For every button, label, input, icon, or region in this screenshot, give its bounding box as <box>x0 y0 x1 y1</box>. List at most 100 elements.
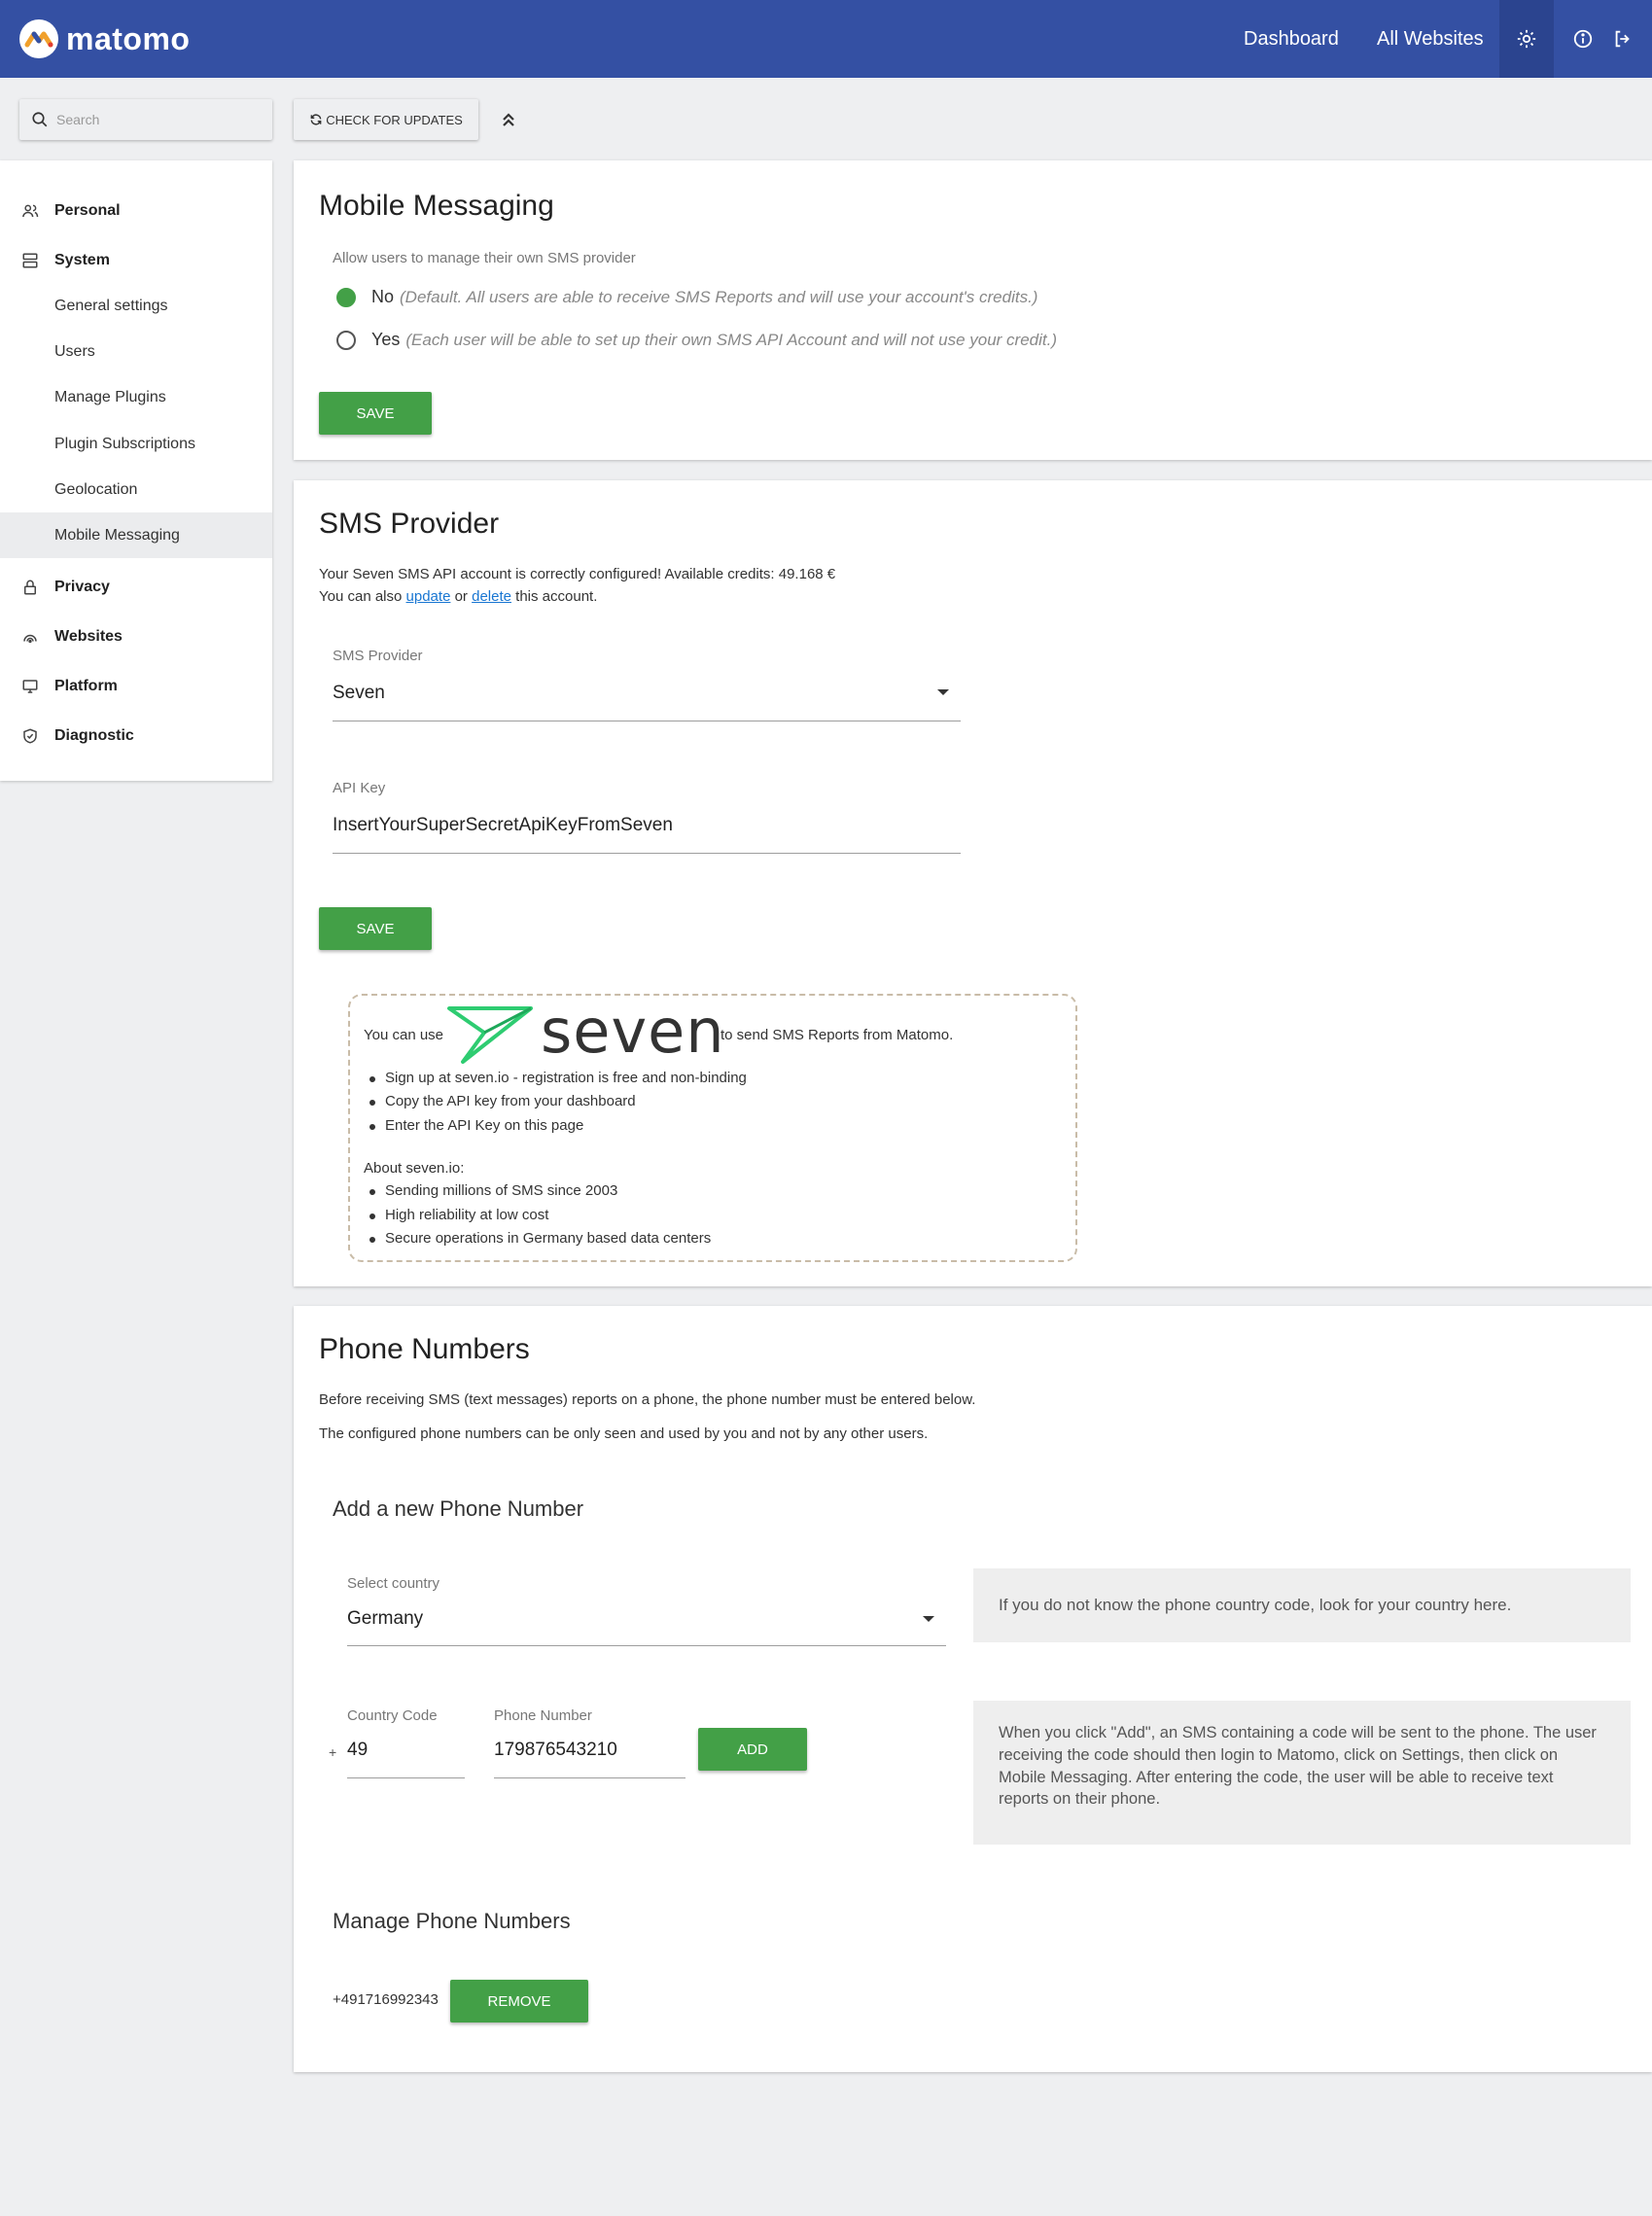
radio-option-no[interactable]: No (Default. All users are able to recei… <box>336 287 1037 307</box>
country-help-box: If you do not know the phone country cod… <box>973 1568 1631 1642</box>
save-provider-button[interactable]: SAVE <box>319 907 432 950</box>
radio-yes[interactable] <box>336 330 356 350</box>
about-item: Secure operations in Germany based data … <box>369 1230 712 1247</box>
update-account-link[interactable]: update <box>406 588 451 605</box>
phone-number-input[interactable]: 179876543210 <box>494 1740 617 1761</box>
users-icon <box>22 204 39 218</box>
phone-intro-1: Before receiving SMS (text messages) rep… <box>319 1391 976 1408</box>
add-phone-button[interactable]: ADD <box>698 1728 807 1771</box>
monitor-icon <box>22 680 38 693</box>
api-key-underline <box>333 853 961 854</box>
menu-plugin-subscriptions[interactable]: Plugin Subscriptions <box>0 421 272 467</box>
seven-logo[interactable]: seven <box>447 996 724 1067</box>
code-prefix: + <box>329 1744 337 1760</box>
menu-system-label: System <box>54 252 110 268</box>
promo-step: Sign up at seven.io - registration is fr… <box>369 1070 747 1086</box>
add-help-text: When you click "Add", an SMS containing … <box>999 1724 1597 1809</box>
check-for-updates-button[interactable]: CHECK FOR UPDATES <box>294 99 478 140</box>
radio-option-yes[interactable]: Yes (Each user will be able to set up th… <box>336 330 1057 350</box>
refresh-icon <box>310 114 322 125</box>
option-yes-help: (Each user will be able to set up their … <box>405 330 1057 349</box>
collapse-menu-button[interactable] <box>496 105 521 134</box>
menu-websites[interactable]: Websites <box>0 615 272 659</box>
menu-platform-label: Platform <box>54 678 118 694</box>
menu-system[interactable]: System <box>0 238 272 283</box>
country-help-text: If you do not know the phone country cod… <box>999 1596 1512 1614</box>
matomo-logo-icon <box>19 19 58 58</box>
country-code-input[interactable]: 49 <box>347 1740 368 1761</box>
seven-logo-text: seven <box>541 996 725 1067</box>
also-suffix: this account. <box>515 588 598 605</box>
manage-phone-title: Manage Phone Numbers <box>333 1909 571 1933</box>
sms-provider-label: SMS Provider <box>333 648 423 664</box>
search-input[interactable] <box>56 112 251 127</box>
promo-prefix: You can use <box>364 1027 444 1043</box>
search-icon <box>32 112 48 127</box>
delete-account-link[interactable]: delete <box>472 588 511 605</box>
add-phone-title: Add a new Phone Number <box>333 1496 584 1521</box>
sms-provider-select[interactable]: Seven <box>333 683 385 704</box>
option-no-help: (Default. All users are able to receive … <box>400 287 1038 306</box>
country-code-underline <box>347 1777 465 1778</box>
add-help-box: When you click "Add", an SMS containing … <box>973 1701 1631 1845</box>
phone-intro-2: The configured phone numbers can be only… <box>319 1425 929 1442</box>
admin-menu: Personal System General settings Users M… <box>0 160 272 781</box>
country-underline <box>347 1645 946 1646</box>
gear-icon[interactable] <box>1499 0 1554 78</box>
country-select[interactable]: Germany <box>347 1608 423 1630</box>
mobile-messaging-title: Mobile Messaging <box>319 190 554 222</box>
provider-actions-text: You can also update or delete this accou… <box>319 588 597 605</box>
promo-step: Enter the API Key on this page <box>369 1117 584 1134</box>
menu-mobile-messaging[interactable]: Mobile Messaging <box>0 512 272 558</box>
menu-personal-label: Personal <box>54 202 121 219</box>
nav-dashboard[interactable]: Dashboard <box>1244 0 1339 78</box>
server-icon <box>22 253 38 268</box>
save-delegation-button[interactable]: SAVE <box>319 392 432 435</box>
menu-manage-plugins[interactable]: Manage Plugins <box>0 374 272 420</box>
option-no-label: No <box>371 287 395 306</box>
menu-platform[interactable]: Platform <box>0 664 272 709</box>
menu-users[interactable]: Users <box>0 329 272 374</box>
option-yes-label: Yes <box>371 330 401 349</box>
mobile-messaging-card: Mobile Messaging Allow users to manage t… <box>294 160 1652 460</box>
shield-check-icon <box>23 728 37 744</box>
phone-number-underline <box>494 1777 685 1778</box>
top-bar: matomo Dashboard All Websites <box>0 0 1652 78</box>
country-select-label: Select country <box>347 1575 440 1592</box>
logout-icon[interactable] <box>1612 0 1652 78</box>
phone-numbers-card: Phone Numbers Before receiving SMS (text… <box>294 1306 1652 2072</box>
search-box[interactable] <box>19 99 272 140</box>
menu-diagnostic-label: Diagnostic <box>54 727 134 744</box>
menu-general-settings[interactable]: General settings <box>0 283 272 329</box>
menu-personal[interactable]: Personal <box>0 189 272 233</box>
sms-provider-card: SMS Provider Your Seven SMS API account … <box>294 480 1652 1286</box>
double-chevron-up-icon <box>503 113 514 126</box>
check-for-updates-label: CHECK FOR UPDATES <box>326 112 463 127</box>
promo-step: Copy the API key from your dashboard <box>369 1093 636 1109</box>
chevron-down-icon[interactable] <box>923 1616 934 1622</box>
radio-no-checked[interactable] <box>336 287 356 307</box>
promo-suffix: to send SMS Reports from Matomo. <box>721 1027 954 1043</box>
chevron-down-icon[interactable] <box>937 689 949 695</box>
api-key-input[interactable]: InsertYourSuperSecretApiKeyFromSeven <box>333 815 673 836</box>
also-prefix: You can also <box>319 588 403 605</box>
info-icon[interactable] <box>1556 0 1610 78</box>
menu-websites-label: Websites <box>54 628 123 645</box>
logo-text: matomo <box>66 20 191 56</box>
websites-icon <box>23 634 37 644</box>
or-text: or <box>454 588 468 605</box>
menu-geolocation[interactable]: Geolocation <box>0 467 272 512</box>
nav-all-websites[interactable]: All Websites <box>1377 0 1484 78</box>
phone-number-label: Phone Number <box>494 1707 592 1724</box>
about-item: High reliability at low cost <box>369 1207 549 1223</box>
phone-numbers-title: Phone Numbers <box>319 1333 530 1365</box>
menu-privacy[interactable]: Privacy <box>0 565 272 610</box>
delegation-setting-label: Allow users to manage their own SMS prov… <box>333 250 636 266</box>
menu-diagnostic[interactable]: Diagnostic <box>0 714 272 758</box>
menu-privacy-label: Privacy <box>54 579 110 595</box>
matomo-logo[interactable]: matomo <box>19 19 190 58</box>
lock-icon <box>24 580 36 595</box>
provider-status-text: Your Seven SMS API account is correctly … <box>319 566 836 582</box>
sms-provider-title: SMS Provider <box>319 508 500 540</box>
remove-phone-button[interactable]: REMOVE <box>450 1980 588 2023</box>
